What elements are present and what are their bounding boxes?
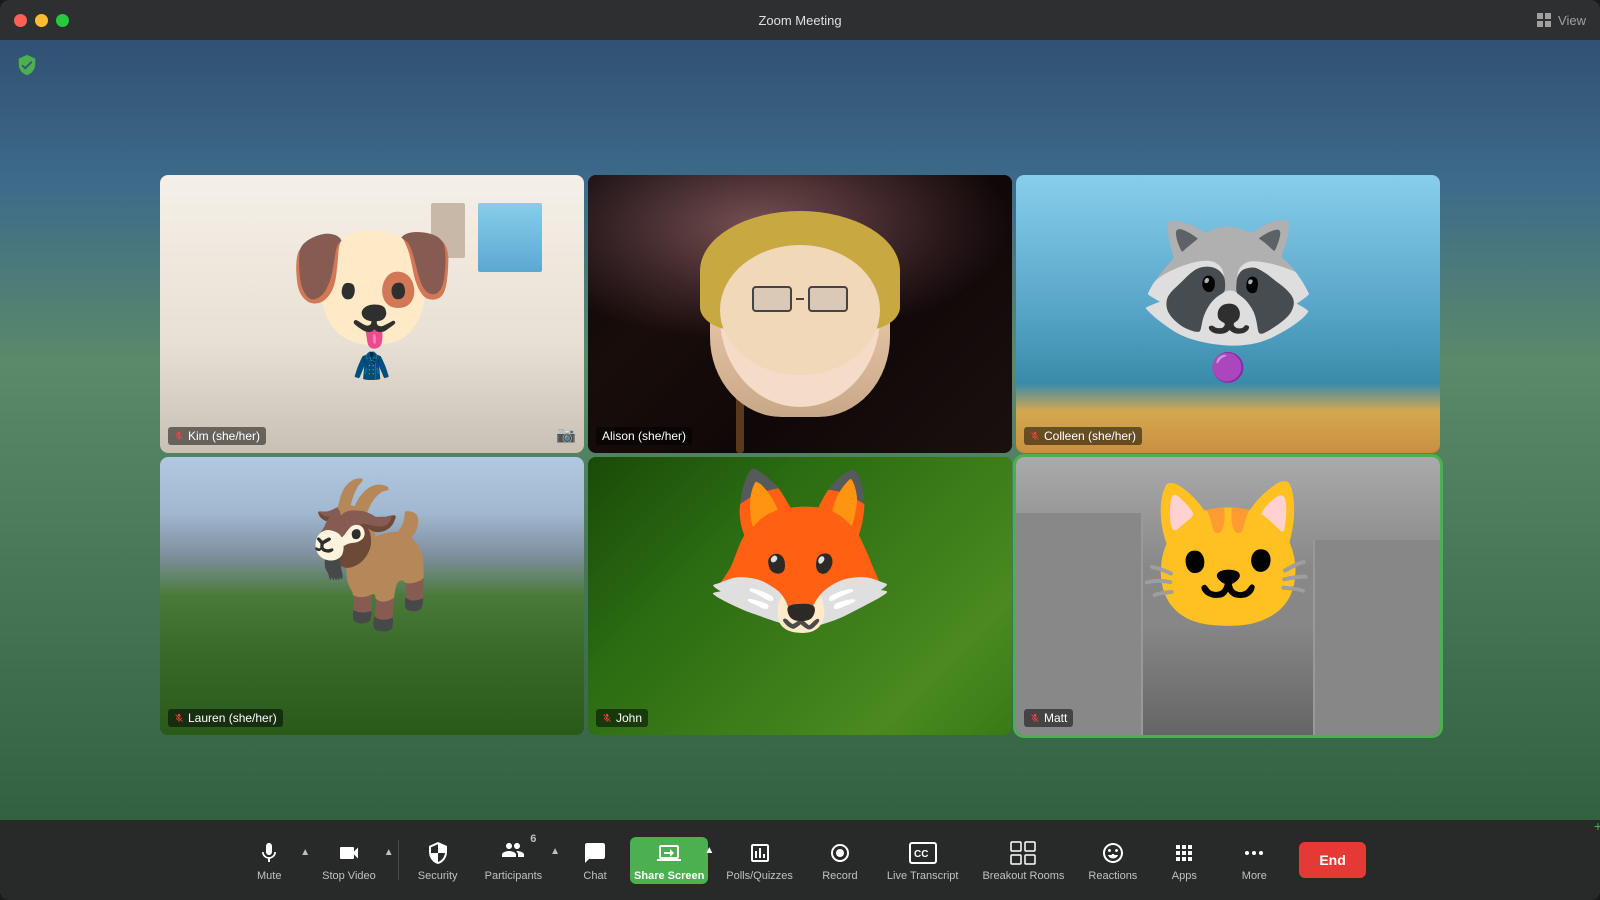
mute-button[interactable]: Mute [234, 839, 304, 882]
reactions-button[interactable]: + Reactions [1076, 839, 1149, 882]
window-title: Zoom Meeting [758, 13, 841, 28]
reactions-label: Reactions [1088, 870, 1137, 882]
live-transcript-button[interactable]: CC Live Transcript [875, 839, 971, 882]
share-screen-icon [655, 839, 683, 867]
chat-button[interactable]: Chat [560, 839, 630, 882]
john-avatar: 🦊 [700, 471, 899, 631]
apps-button[interactable]: Apps [1149, 839, 1219, 882]
kim-avatar: 🐶 [285, 217, 459, 357]
participants-count: 6 [530, 833, 536, 845]
participants-icon-wrapper: 6 [500, 838, 526, 867]
participants-label: Participants [485, 870, 542, 882]
more-button[interactable]: More [1219, 839, 1289, 882]
security-icon [424, 839, 452, 867]
breakout-rooms-button[interactable]: Breakout Rooms [970, 839, 1076, 882]
lauren-name-label: Lauren (she/her) [168, 709, 283, 727]
share-screen-label: Share Screen [634, 870, 704, 882]
alison-name-label: Alison (she/her) [596, 427, 692, 445]
lauren-avatar: 🐐 [285, 485, 459, 625]
chat-label: Chat [583, 870, 606, 882]
video-grid: 🐶 🧥 Kim (she/her) 📷 [160, 175, 1440, 735]
polls-label: Polls/Quizzes [726, 870, 793, 882]
participant-cell-kim[interactable]: 🐶 🧥 Kim (she/her) 📷 [160, 175, 584, 453]
close-button[interactable] [14, 14, 27, 27]
apps-label: Apps [1172, 870, 1197, 882]
more-label: More [1242, 870, 1267, 882]
svg-text:CC: CC [914, 849, 928, 860]
window-controls [14, 14, 69, 27]
stop-video-group: Stop Video ▲ [310, 839, 394, 882]
share-screen-button[interactable]: Share Screen [630, 837, 708, 884]
chat-icon [581, 839, 609, 867]
stop-video-label: Stop Video [322, 870, 376, 882]
video-area: 🐶 🧥 Kim (she/her) 📷 [0, 90, 1600, 820]
video-icon [335, 839, 363, 867]
title-bar: Zoom Meeting View [0, 0, 1600, 40]
minimize-button[interactable] [35, 14, 48, 27]
zoom-window: Zoom Meeting View [0, 0, 1600, 900]
john-name-label: John [596, 709, 648, 727]
security-button[interactable]: Security [403, 839, 473, 882]
mic-off-icon-2 [1030, 431, 1040, 441]
mic-off-icon [174, 431, 184, 441]
mute-label: Mute [257, 870, 281, 882]
kim-camera-icon: 📷 [556, 425, 576, 445]
participants-group: 6 Participants ▲ [473, 838, 560, 882]
breakout-icon [1009, 839, 1037, 867]
participants-button[interactable]: 6 Participants [473, 838, 554, 882]
live-transcript-label: Live Transcript [887, 870, 959, 882]
record-icon [826, 839, 854, 867]
participants-caret[interactable]: ▲ [550, 846, 560, 857]
divider-1 [398, 840, 399, 880]
participant-cell-lauren[interactable]: 🐐 Lauren (she/her) [160, 457, 584, 735]
participants-icon [500, 838, 526, 862]
top-bar [0, 40, 1600, 90]
matt-avatar: 🐱 [1138, 485, 1319, 630]
colleen-avatar: 🦝 [1135, 203, 1322, 353]
share-screen-caret[interactable]: ▲ [704, 845, 714, 856]
reactions-icon: + [1099, 839, 1127, 867]
matt-name-label: Matt [1024, 709, 1073, 727]
apps-icon [1170, 839, 1198, 867]
participant-cell-colleen[interactable]: 🦝 🟣 Colleen (she/her) [1016, 175, 1440, 453]
grid-view-icon [1537, 13, 1553, 27]
polls-icon [746, 839, 774, 867]
toolbar: Mute ▲ Stop Video ▲ Sec [0, 820, 1600, 900]
share-screen-group: Share Screen ▲ [630, 837, 714, 884]
mic-off-icon-3 [174, 713, 184, 723]
stop-video-button[interactable]: Stop Video [310, 839, 388, 882]
record-label: Record [822, 870, 857, 882]
breakout-rooms-label: Breakout Rooms [982, 870, 1064, 882]
cc-icon: CC [909, 839, 937, 867]
record-button[interactable]: Record [805, 839, 875, 882]
mic-off-icon-5 [1030, 713, 1040, 723]
polls-button[interactable]: Polls/Quizzes [714, 839, 805, 882]
participant-cell-matt[interactable]: 🐱 Matt [1016, 457, 1440, 735]
mic-icon [255, 839, 283, 867]
kim-name-label: Kim (she/her) [168, 427, 266, 445]
mic-off-icon-4 [602, 713, 612, 723]
colleen-name-label: Colleen (she/her) [1024, 427, 1142, 445]
mute-group: Mute ▲ [234, 839, 310, 882]
video-caret[interactable]: ▲ [384, 847, 394, 858]
participant-cell-alison[interactable]: Alison (she/her) [588, 175, 1012, 453]
more-icon [1240, 839, 1268, 867]
main-content: 🐶 🧥 Kim (she/her) 📷 [0, 40, 1600, 900]
end-button[interactable]: End [1299, 842, 1365, 878]
security-shield-icon [16, 54, 38, 76]
mute-caret[interactable]: ▲ [300, 847, 310, 858]
security-label: Security [418, 870, 458, 882]
view-button[interactable]: View [1537, 13, 1586, 28]
maximize-button[interactable] [56, 14, 69, 27]
participant-cell-john[interactable]: 🦊 John [588, 457, 1012, 735]
